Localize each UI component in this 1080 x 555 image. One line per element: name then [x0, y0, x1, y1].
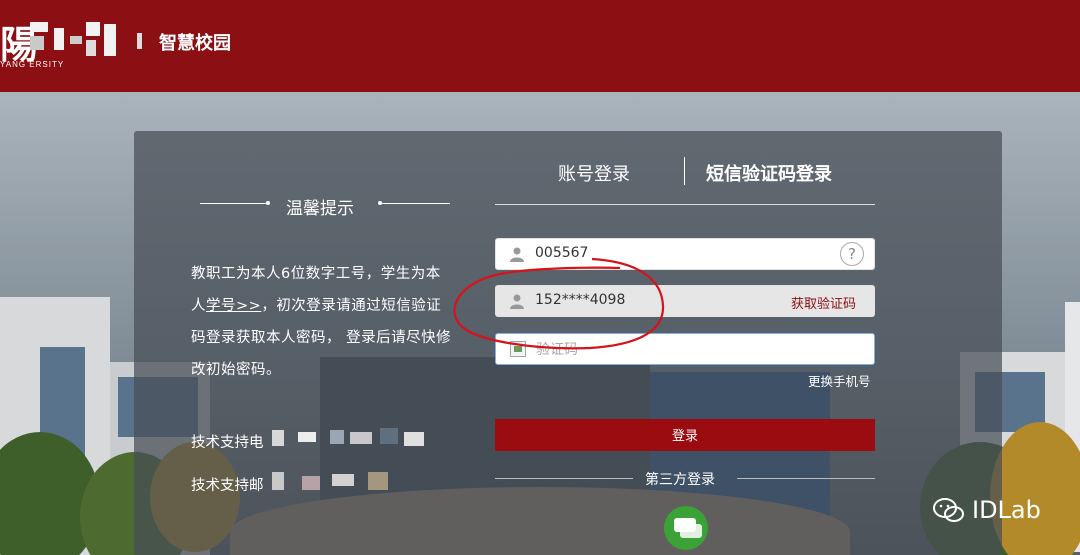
get-code-button[interactable]: 获取验证码 [791, 293, 856, 312]
tab-underline [495, 204, 875, 205]
user-icon [510, 294, 524, 309]
tab-divider [684, 157, 685, 185]
top-header-bar: 陽 YANG ERSITY 智慧校园 [0, 0, 1080, 92]
captcha-field[interactable] [495, 333, 875, 365]
idlab-watermark: IDLab [932, 496, 1041, 526]
tab-account-login[interactable]: 账号登录 [558, 160, 630, 186]
login-button[interactable]: 登录 [495, 419, 875, 451]
wechat-icon [674, 518, 702, 538]
account-field[interactable]: 005567 ? [495, 238, 875, 270]
wechat-icon [933, 498, 964, 522]
watermark-text: IDLab [972, 496, 1041, 524]
support-phone-label: 技术支持电 [191, 435, 264, 451]
phone-value: 152****4098 [535, 292, 626, 308]
captcha-image[interactable] [510, 341, 526, 357]
logo-subtitle: YANG ERSITY [0, 60, 65, 69]
tips-title: 温馨提示 [286, 199, 354, 219]
phone-field[interactable]: 152****4098 获取验证码 [495, 285, 875, 317]
captcha-input[interactable] [534, 338, 858, 362]
third-party-divider: 第三方登录 [495, 469, 875, 489]
third-party-line-left [495, 478, 633, 479]
change-phone-link[interactable]: 更换手机号 [808, 371, 871, 390]
account-value: 005567 [535, 245, 589, 261]
third-party-line-right [737, 478, 875, 479]
tips-dot-left [266, 201, 270, 205]
university-logo[interactable]: 陽 YANG ERSITY [0, 12, 120, 72]
help-icon[interactable]: ? [840, 242, 864, 266]
tips-heading: 温馨提示 [200, 194, 450, 219]
support-email-label: 技术支持邮 [191, 478, 264, 494]
user-icon [510, 247, 524, 262]
student-id-link[interactable]: 学号>> [206, 298, 261, 314]
header-separator [137, 33, 142, 49]
tips-text: 教职工为本人6位数字工号，学生为本人学号>>，初次登录请通过短信验证码登录获取本… [191, 258, 453, 386]
third-party-label: 第三方登录 [645, 472, 715, 488]
wechat-login-button[interactable] [664, 506, 708, 550]
tips-line-right [382, 203, 450, 204]
logo-mosaic [30, 22, 120, 58]
tips-line-left [200, 203, 268, 204]
site-title: 智慧校园 [159, 33, 231, 54]
tab-sms-login[interactable]: 短信验证码登录 [706, 160, 832, 186]
